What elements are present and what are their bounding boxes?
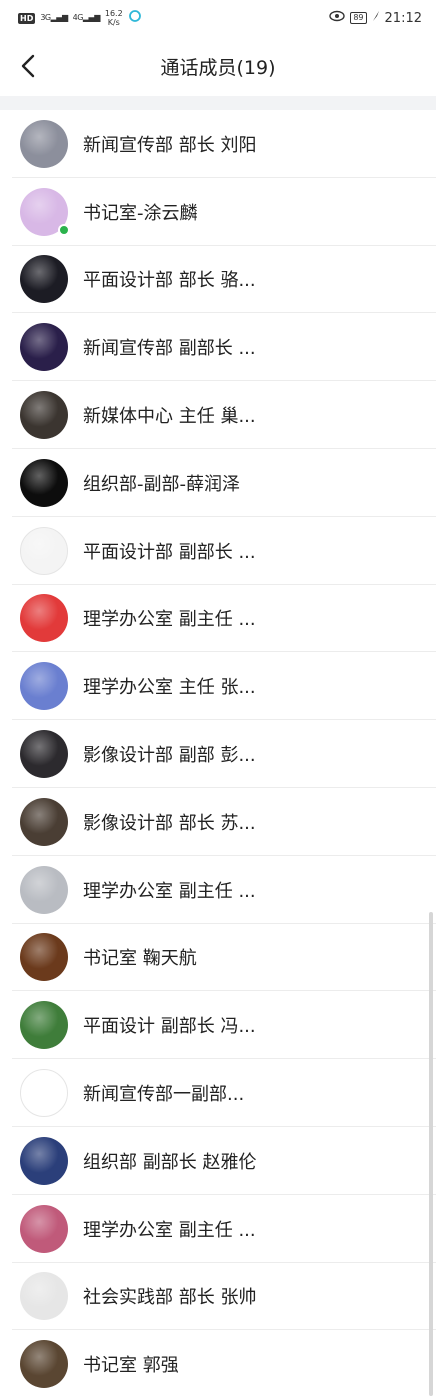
avatar[interactable]: [20, 1001, 68, 1050]
list-item[interactable]: 书记室-涂云麟: [0, 178, 436, 246]
status-right: 89 21:12: [329, 10, 422, 26]
list-item[interactable]: 平面设计部 部长 骆...: [0, 246, 436, 314]
leaf-icon: [372, 10, 380, 26]
member-name: 理学办公室 副主任 ...: [83, 880, 256, 902]
member-name: 平面设计部 副部长 ...: [83, 541, 256, 563]
speed-unit: K/s: [107, 18, 120, 27]
avatar[interactable]: [20, 594, 68, 643]
speed-value: 16.2: [104, 9, 123, 18]
avatar[interactable]: [20, 1069, 68, 1118]
member-name: 影像设计部 部长 苏...: [83, 812, 256, 834]
avatar[interactable]: [20, 1136, 68, 1185]
assistant-icon: [128, 9, 142, 27]
clock: 21:12: [384, 10, 422, 26]
member-name: 组织部 副部长 赵雅伦: [83, 1151, 257, 1173]
signal-4g-label: 4G: [72, 13, 84, 22]
list-item[interactable]: 书记室 郭强: [0, 1330, 436, 1398]
avatar[interactable]: [20, 865, 68, 914]
avatar[interactable]: [20, 255, 68, 304]
member-name: 理学办公室 主任 张...: [83, 677, 256, 699]
avatar[interactable]: [20, 1272, 68, 1321]
member-name: 理学办公室 副主任 ...: [83, 1219, 256, 1241]
avatar[interactable]: [20, 119, 68, 168]
online-status-icon: [58, 223, 70, 236]
member-list: 新闻宣传部 部长 刘阳 书记室-涂云麟平面设计部 部长 骆... 新闻宣传部 副部长…: [0, 110, 436, 1398]
list-item[interactable]: 理学办公室 副主任 ...: [0, 1195, 436, 1263]
signal-3g-label: 3G: [40, 13, 51, 22]
list-item[interactable]: 新闻宣传部一副部...: [0, 1059, 436, 1127]
member-name: 书记室 鞠天航: [83, 948, 197, 970]
avatar[interactable]: [20, 323, 68, 372]
list-item[interactable]: 组织部 副部长 赵雅伦: [0, 1127, 436, 1195]
list-item[interactable]: 平面设计 副部长 冯...: [0, 991, 436, 1059]
list-item[interactable]: 理学办公室 主任 张...: [0, 652, 436, 720]
avatar[interactable]: [20, 1340, 68, 1389]
avatar[interactable]: [20, 458, 68, 507]
list-item[interactable]: 平面设计部 副部长 ...: [0, 517, 436, 585]
list-item[interactable]: 新闻宣传部 副部长 ...: [0, 313, 436, 381]
list-item[interactable]: 理学办公室 副主任 ...: [0, 585, 436, 653]
network-speed: 16.2 K/s: [105, 9, 123, 27]
member-name: 社会实践部 部长 张帅: [83, 1287, 257, 1309]
list-item[interactable]: 理学办公室 副主任 ...: [0, 856, 436, 924]
member-name: 新闻宣传部 副部长 ...: [83, 338, 256, 360]
list-item[interactable]: 新媒体中心 主任 巢...: [0, 381, 436, 449]
header: 通话成员(19): [0, 36, 436, 96]
list-item[interactable]: 影像设计部 副部 彭...: [0, 720, 436, 788]
section-divider: [0, 96, 436, 110]
member-name: 组织部-副部-薛润泽: [83, 473, 240, 495]
member-name: 新媒体中心 主任 巢...: [83, 406, 256, 428]
signal-4g-icon: 4G▂▄▆: [72, 13, 101, 22]
back-button[interactable]: [10, 48, 46, 84]
member-name: 新闻宣传部 部长 刘阳: [83, 134, 257, 156]
scrollbar[interactable]: [429, 912, 433, 1396]
list-item[interactable]: 社会实践部 部长 张帅: [0, 1263, 436, 1331]
status-left: HD 3G▂▄▆ 4G▂▄▆ 16.2 K/s: [18, 9, 142, 27]
signal-3g-icon: 3G▂▄▆: [40, 13, 68, 22]
list-item[interactable]: 组织部-副部-薛润泽: [0, 449, 436, 517]
member-name: 书记室 郭强: [83, 1355, 179, 1377]
member-name: 平面设计 副部长 冯...: [83, 1016, 256, 1038]
avatar[interactable]: [20, 1204, 68, 1253]
member-name: 影像设计部 副部 彭...: [83, 745, 256, 767]
member-name: 理学办公室 副主任 ...: [83, 609, 256, 631]
list-item[interactable]: 新闻宣传部 部长 刘阳: [0, 110, 436, 178]
avatar[interactable]: [20, 933, 68, 982]
avatar[interactable]: [20, 797, 68, 846]
page-title: 通话成员(19): [160, 56, 276, 79]
list-item[interactable]: 书记室 鞠天航: [0, 924, 436, 992]
avatar[interactable]: [20, 391, 68, 440]
member-name: 新闻宣传部一副部...: [83, 1084, 245, 1106]
avatar[interactable]: [20, 526, 68, 575]
chevron-left-icon: [21, 54, 35, 78]
list-item[interactable]: 影像设计部 部长 苏...: [0, 788, 436, 856]
eye-icon: [329, 10, 346, 26]
avatar[interactable]: [20, 730, 68, 779]
member-name: 书记室-涂云麟: [83, 202, 198, 224]
member-name: 平面设计部 部长 骆...: [83, 270, 256, 292]
avatar[interactable]: [20, 662, 68, 711]
status-bar: HD 3G▂▄▆ 4G▂▄▆ 16.2 K/s 89 21:12: [0, 0, 436, 36]
battery-icon: 89: [350, 12, 367, 24]
hd-badge: HD: [18, 12, 36, 24]
